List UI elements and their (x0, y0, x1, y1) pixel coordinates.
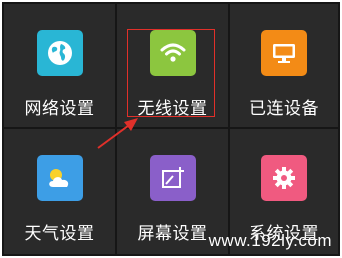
wifi-icon (149, 30, 196, 76)
settings-panel: 网络设置 无线设置 已连设备 天气设置 屏幕设置 系统设置 www.192ly.… (2, 2, 340, 256)
watermark: www.192ly.com (208, 231, 332, 250)
weather-icon (36, 155, 83, 201)
wireless-settings-tile[interactable]: 无线设置 (117, 4, 228, 127)
globe-icon (36, 30, 83, 76)
tile-label: 已连设备 (249, 99, 319, 119)
screen-add-icon (149, 155, 196, 201)
tile-label: 网络设置 (24, 99, 95, 119)
weather-settings-tile[interactable]: 天气设置 (4, 129, 115, 254)
gear-icon (261, 155, 307, 201)
connected-devices-tile[interactable]: 已连设备 (230, 4, 338, 127)
network-settings-tile[interactable]: 网络设置 (4, 4, 115, 127)
tile-label: 天气设置 (24, 224, 95, 244)
monitor-icon (261, 30, 307, 76)
tile-label: 无线设置 (137, 99, 208, 119)
